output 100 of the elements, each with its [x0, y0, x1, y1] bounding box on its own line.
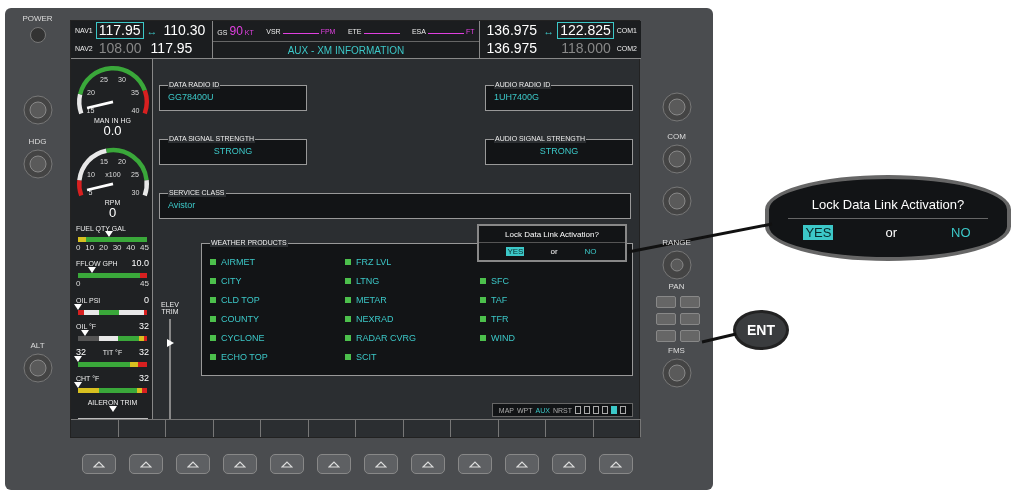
- gauge-reading: 0: [108, 206, 117, 220]
- softkey-button[interactable]: [223, 454, 257, 474]
- gauge-reading: 0.0: [103, 124, 122, 137]
- product-label: ECHO TOP: [221, 351, 268, 362]
- active-frequency: 117.95: [149, 40, 194, 57]
- option-button[interactable]: YES: [803, 224, 834, 240]
- active-frequency: 136.975: [485, 40, 539, 57]
- bezel-key[interactable]: [655, 296, 676, 308]
- field-value: Avistor: [168, 199, 197, 210]
- fms-knob-icon[interactable]: [659, 356, 694, 390]
- power-button[interactable]: [29, 27, 46, 43]
- ent-key[interactable]: ENT: [733, 310, 789, 350]
- softkey-button[interactable]: [176, 454, 210, 474]
- separator-text: or: [885, 224, 898, 240]
- gauge-reading: 32: [76, 346, 86, 357]
- active-frequency: 136.975: [485, 22, 539, 39]
- dual-knob-icon[interactable]: [20, 93, 55, 127]
- softkey-button[interactable]: [270, 454, 304, 474]
- softkey-button[interactable]: [458, 454, 492, 474]
- product-label: METAR: [356, 294, 387, 305]
- product-label: SCIT: [356, 351, 377, 362]
- swap-arrow: ↔: [146, 24, 158, 37]
- triangle-icon: [140, 460, 152, 468]
- gauge-reading: 10.0: [131, 258, 149, 269]
- joystick-knob-icon[interactable]: [659, 248, 694, 282]
- softkey-button[interactable]: [505, 454, 539, 474]
- power-label: POWER: [22, 14, 53, 24]
- bezel-key[interactable]: [679, 330, 700, 342]
- gauge-reading: 32: [138, 346, 149, 357]
- bezel-key[interactable]: [679, 313, 700, 325]
- triangle-icon: [469, 460, 481, 468]
- product-label: LTNG: [356, 275, 380, 286]
- scale-label: 45: [140, 243, 149, 253]
- knob-label: FMS: [668, 346, 685, 356]
- option-button[interactable]: NO: [583, 247, 598, 256]
- scale-label: 10: [85, 243, 95, 253]
- product-label: SFC: [491, 275, 509, 286]
- scale-label: 0: [76, 243, 81, 253]
- com-knob-icon[interactable]: [659, 142, 694, 176]
- softkey-button[interactable]: [599, 454, 633, 474]
- product-label: NEXRAD: [356, 313, 394, 324]
- data-value: 90: [229, 24, 243, 38]
- baro-knob-icon[interactable]: [659, 184, 694, 218]
- triangle-icon: [563, 460, 575, 468]
- bezel-key[interactable]: [655, 313, 676, 325]
- product-label: COUNTY: [221, 313, 259, 324]
- field-value: STRONG: [212, 145, 254, 156]
- knob-label: PAN: [668, 282, 685, 292]
- standby-frequency[interactable]: 122.825: [557, 22, 614, 39]
- scale-label: 40: [126, 243, 136, 253]
- softkey-button[interactable]: [82, 454, 116, 474]
- triangle-icon: [610, 460, 622, 468]
- softkey-button[interactable]: [129, 454, 163, 474]
- altitude-knob-icon[interactable]: [20, 351, 55, 385]
- softkey-button[interactable]: [317, 454, 351, 474]
- knob-label: HDG: [28, 137, 47, 147]
- field-value: 1UH7400G: [494, 91, 541, 102]
- gauge-reading: 32: [139, 372, 149, 383]
- gauge-reading: 32: [139, 320, 149, 331]
- triangle-icon: [187, 460, 199, 468]
- knob-label: RANGE: [662, 238, 691, 248]
- triangle-icon: [375, 460, 387, 468]
- gauge-reading: 0: [144, 294, 149, 305]
- product-label: TFR: [491, 313, 509, 324]
- triangle-icon: [422, 460, 434, 468]
- knob-label: ALT: [30, 341, 45, 351]
- product-label: AIRMET: [221, 256, 255, 267]
- scale-label: 20: [98, 243, 108, 253]
- heading-knob-icon[interactable]: [20, 147, 55, 181]
- product-label: CLD TOP: [221, 294, 260, 305]
- softkey-button[interactable]: [552, 454, 586, 474]
- product-label: WIND: [491, 332, 515, 343]
- dialog-question: Lock Data Link Activation?: [479, 230, 625, 243]
- standby-frequency[interactable]: 108.00: [95, 40, 145, 57]
- triangle-icon: [516, 460, 528, 468]
- dual-knob-icon[interactable]: [659, 90, 694, 124]
- separator-text: or: [550, 247, 558, 256]
- knob-label: COM: [667, 132, 686, 142]
- scale-label: 45: [140, 279, 149, 289]
- leader-line: [701, 332, 737, 344]
- triangle-icon: [328, 460, 340, 468]
- product-label: CITY: [221, 275, 242, 286]
- field-value: GG78400U: [168, 91, 215, 102]
- softkey-button[interactable]: [364, 454, 398, 474]
- product-label: RADAR CVRG: [356, 332, 416, 343]
- triangle-icon: [93, 460, 105, 468]
- swap-arrow: ↔: [543, 24, 555, 37]
- standby-frequency[interactable]: 118.000: [558, 40, 614, 57]
- product-label: CYCLONE: [221, 332, 265, 343]
- product-label: TAF: [491, 294, 508, 305]
- option-button[interactable]: YES: [506, 247, 525, 256]
- standby-frequency[interactable]: 117.95: [95, 22, 144, 39]
- bezel-key[interactable]: [655, 330, 676, 342]
- scale-label: 30: [112, 243, 122, 253]
- triangle-icon: [234, 460, 246, 468]
- active-frequency: 110.30: [162, 22, 207, 39]
- bezel-key[interactable]: [679, 296, 700, 308]
- scale-label: 0: [76, 279, 81, 289]
- option-button[interactable]: NO: [949, 224, 973, 240]
- softkey-button[interactable]: [411, 454, 445, 474]
